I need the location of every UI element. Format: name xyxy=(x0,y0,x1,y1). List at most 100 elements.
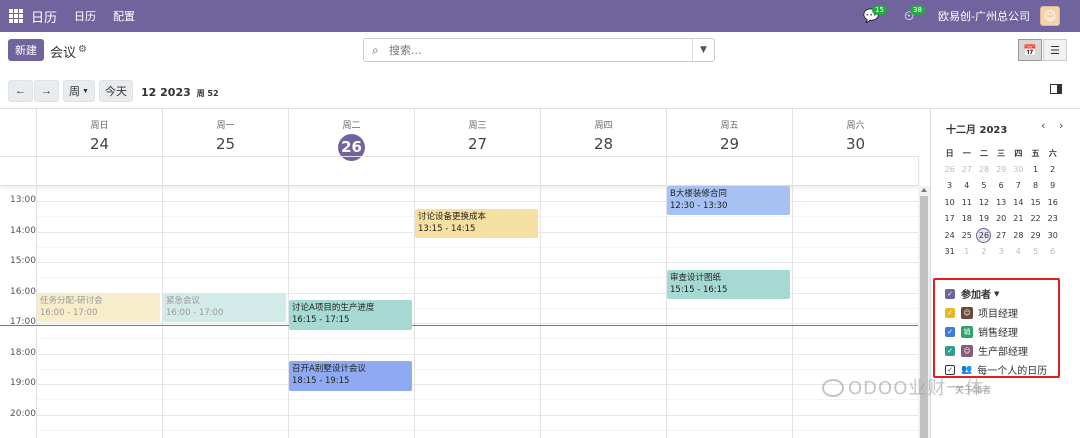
mini-calendar-day[interactable]: 21 xyxy=(1010,211,1027,228)
activity-clock-icon[interactable]: ⏲ 38 xyxy=(900,5,925,25)
mini-calendar-day[interactable]: 9 xyxy=(1044,178,1061,195)
all-day-row[interactable] xyxy=(0,156,918,186)
mini-calendar-day[interactable]: 10 xyxy=(941,194,958,211)
mini-calendar-day[interactable]: 19 xyxy=(975,211,992,228)
mini-calendar-day[interactable]: 27 xyxy=(958,161,975,178)
mini-calendar-day[interactable]: 14 xyxy=(1010,194,1027,211)
scroll-thumb[interactable] xyxy=(920,196,928,438)
attendee-checkbox[interactable]: ✓ xyxy=(945,345,955,356)
mini-calendar-day[interactable]: 17 xyxy=(941,211,958,228)
apps-menu-icon[interactable] xyxy=(9,9,23,23)
calendar-event[interactable]: 召开A别墅设计会议 18:15 - 19:15 xyxy=(289,361,412,391)
mini-calendar-day[interactable]: 22 xyxy=(1027,211,1044,228)
day-name: 周四 xyxy=(594,121,613,131)
company-switcher[interactable]: 欧易创-广州总公司 xyxy=(938,8,1030,24)
mini-calendar-day[interactable]: 31 xyxy=(941,244,958,261)
attendee-checkbox[interactable]: ✓ xyxy=(945,326,955,337)
mini-calendar-day[interactable]: 29 xyxy=(993,161,1010,178)
mini-calendar-day[interactable]: 5 xyxy=(1027,244,1044,261)
mini-calendar-day[interactable]: 16 xyxy=(1044,194,1061,211)
search-input[interactable] xyxy=(389,42,689,58)
hour-line xyxy=(36,323,918,324)
day-header[interactable]: 周日 24 xyxy=(36,109,162,156)
half-hour-line xyxy=(36,429,918,431)
list-view-button[interactable]: ☰ xyxy=(1043,39,1067,61)
attendees-filter-title[interactable]: 参加者 xyxy=(961,286,991,301)
mini-calendar-day[interactable]: 1 xyxy=(1027,161,1044,178)
day-name: 周三 xyxy=(468,121,487,131)
mini-calendar-day[interactable]: 4 xyxy=(1010,244,1027,261)
caret-down-icon: ▼ xyxy=(82,87,89,95)
gear-icon[interactable]: ⚙ xyxy=(78,44,87,55)
scroll-up-icon[interactable] xyxy=(921,188,927,192)
mini-calendar-day[interactable]: 6 xyxy=(1044,244,1061,261)
calendar-event[interactable]: 审查设计图纸 15:15 - 16:15 xyxy=(667,269,790,300)
mini-calendar-day[interactable]: 29 xyxy=(1027,227,1044,244)
hour-label: 16:00 xyxy=(10,286,36,297)
attendee-row[interactable]: ✓ ☺ 生产部经理 xyxy=(945,343,1028,358)
mini-calendar-day[interactable]: 4 xyxy=(958,178,975,195)
user-avatar[interactable]: ☺ xyxy=(1040,6,1060,26)
mini-calendar-day[interactable]: 27 xyxy=(993,227,1010,244)
mini-calendar-day[interactable]: 23 xyxy=(1044,211,1061,228)
scale-dropdown[interactable]: 周 ▼ xyxy=(63,80,95,102)
day-header[interactable]: 周一 25 xyxy=(162,109,288,156)
mini-calendar-day[interactable]: 1 xyxy=(958,244,975,261)
mini-calendar-day[interactable]: 8 xyxy=(1027,178,1044,195)
new-button[interactable]: 新建 xyxy=(8,39,44,61)
mini-calendar-day[interactable]: 7 xyxy=(1010,178,1027,195)
activity-badge: 38 xyxy=(910,5,925,15)
mini-calendar-day[interactable]: 30 xyxy=(1044,227,1061,244)
mini-calendar-day[interactable]: 2 xyxy=(1044,161,1061,178)
menu-calendar[interactable]: 日历 xyxy=(74,8,96,24)
mini-calendar-day[interactable]: 6 xyxy=(993,178,1010,195)
calendar-event[interactable]: 紧急会议 16:00 - 17:00 xyxy=(163,292,286,322)
mini-calendar-day[interactable]: 20 xyxy=(993,211,1010,228)
today-button[interactable]: 今天 xyxy=(99,80,133,102)
search-options-toggle[interactable]: ▼ xyxy=(692,39,714,61)
menu-configuration[interactable]: 配置 xyxy=(113,8,135,24)
mini-calendar-day[interactable]: 26 xyxy=(941,161,958,178)
calendar-event[interactable]: 讨论A项目的生产进度 16:15 - 17:15 xyxy=(289,300,412,330)
day-header[interactable]: 周三 27 xyxy=(414,109,540,156)
previous-button[interactable]: ← xyxy=(8,80,33,102)
mini-calendar-day[interactable]: 5 xyxy=(975,178,992,195)
mini-calendar-day[interactable]: 12 xyxy=(975,194,992,211)
next-button[interactable]: → xyxy=(34,80,59,102)
mini-calendar-day[interactable]: 11 xyxy=(958,194,975,211)
page-title: 会议 xyxy=(50,46,77,61)
chevron-left-icon[interactable]: ‹ xyxy=(1041,119,1045,132)
everyone-checkbox[interactable]: ✓ xyxy=(945,364,955,375)
mini-calendar-day[interactable]: 3 xyxy=(941,178,958,195)
mini-calendar-day[interactable]: 13 xyxy=(993,194,1010,211)
mini-calendar-day[interactable]: 18 xyxy=(958,211,975,228)
week-number: 周 52 xyxy=(196,89,219,98)
attendee-row[interactable]: ✓ 销 销售经理 xyxy=(945,324,1018,339)
sidebar-toggle-icon[interactable] xyxy=(1050,84,1062,94)
chevron-right-icon[interactable]: › xyxy=(1059,119,1063,132)
calendar-view-button[interactable]: 📅 xyxy=(1018,39,1042,61)
calendar-event[interactable]: 讨论设备更换成本 13:15 - 14:15 xyxy=(415,208,538,239)
mini-calendar-day[interactable]: 30 xyxy=(1010,161,1027,178)
mini-calendar-day[interactable]: 24 xyxy=(941,227,958,244)
caret-down-icon[interactable]: ▼ xyxy=(994,290,999,298)
calendar-scrollbar[interactable] xyxy=(918,186,930,438)
attendee-checkbox[interactable]: ✓ xyxy=(945,307,955,318)
mini-calendar-day[interactable]: 26 xyxy=(975,227,992,244)
app-brand[interactable]: 日历 xyxy=(31,7,57,26)
mini-calendar-day[interactable]: 28 xyxy=(975,161,992,178)
mini-calendar-day[interactable]: 28 xyxy=(1010,227,1027,244)
day-header[interactable]: 周二 26 xyxy=(288,109,414,161)
messages-icon[interactable]: 💬 15 xyxy=(862,5,887,25)
calendar-event[interactable]: 任务分配-研讨会 16:00 - 17:00 xyxy=(37,292,160,322)
day-header[interactable]: 周六 30 xyxy=(792,109,918,156)
mini-calendar-day[interactable]: 15 xyxy=(1027,194,1044,211)
mini-calendar-day[interactable]: 3 xyxy=(993,244,1010,261)
day-header[interactable]: 周四 28 xyxy=(540,109,666,156)
day-header[interactable]: 周五 29 xyxy=(666,109,792,156)
mini-calendar-day[interactable]: 25 xyxy=(958,227,975,244)
calendar-event[interactable]: B大楼装修合同 12:30 - 13:30 xyxy=(667,186,790,216)
attendees-checkbox[interactable]: ✓ xyxy=(945,288,955,299)
mini-calendar-day[interactable]: 2 xyxy=(975,244,992,261)
attendee-row[interactable]: ✓ ☺ 项目经理 xyxy=(945,305,1018,320)
